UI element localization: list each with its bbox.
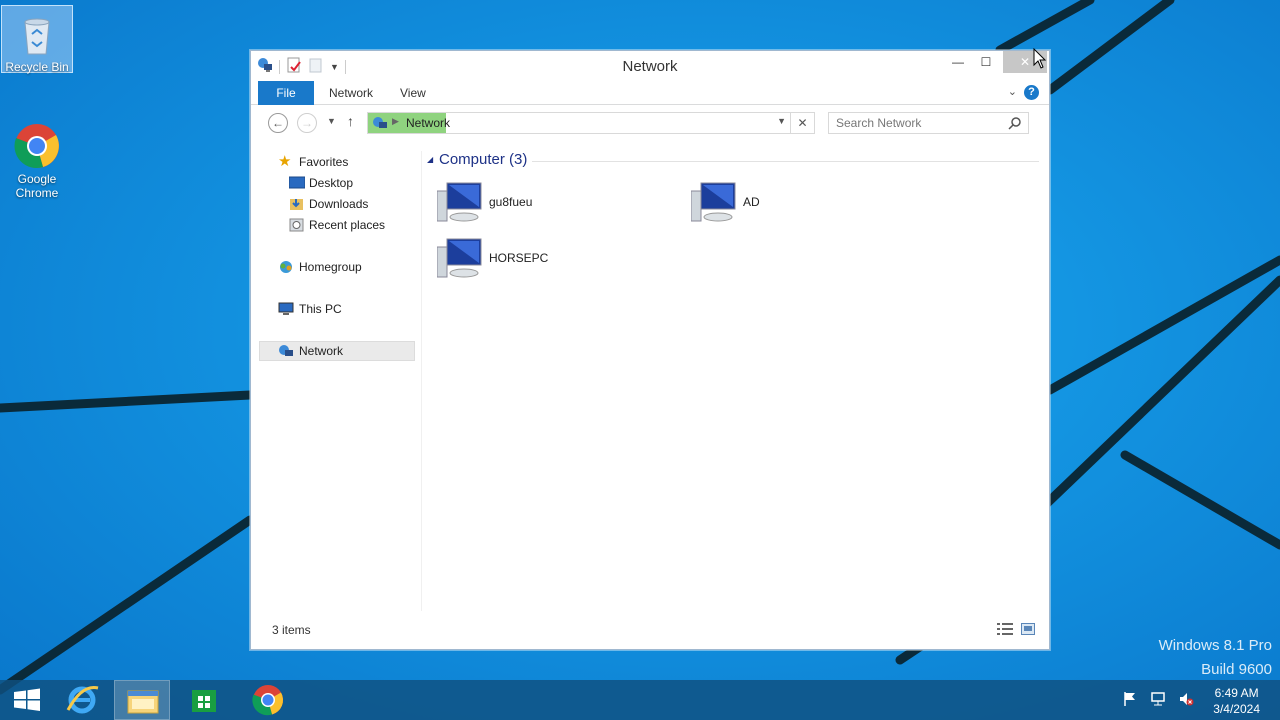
status-bar: 3 items [251, 613, 1049, 649]
pane-divider[interactable] [421, 151, 422, 611]
recent-locations-icon[interactable]: ▼ [327, 116, 336, 126]
help-button[interactable]: ? [1024, 85, 1039, 100]
computer-item[interactable]: HORSEPC [436, 237, 667, 284]
view-switcher [997, 623, 1035, 638]
start-button[interactable] [0, 680, 56, 720]
nav-item-homegroup[interactable]: Homegroup [259, 257, 415, 277]
expand-ribbon-icon[interactable]: ⌄ [1008, 85, 1017, 98]
this-pc-icon [278, 302, 294, 322]
item-count: 3 items [272, 623, 311, 637]
volume-muted-icon[interactable] [1178, 691, 1194, 710]
chrome-desktop-icon[interactable]: Google Chrome [1, 118, 73, 200]
recycle-bin-icon [13, 10, 61, 58]
breadcrumb-arrow-icon[interactable]: ▶ [392, 116, 399, 127]
system-tray [1122, 691, 1194, 710]
ribbon-tabs: File Network View ⌄ ? [251, 81, 1049, 105]
network-icon [372, 116, 388, 133]
desktop-icon [288, 176, 306, 196]
navigation-bar: ← → ▼ ↑ ▶ Network ▼ ✕ Search Network [251, 105, 1049, 139]
recycle-bin-desktop-icon[interactable]: Recycle Bin [1, 5, 73, 74]
chrome-icon [13, 122, 61, 170]
computer-item[interactable]: gu8fueu [436, 181, 667, 228]
nav-item-this-pc[interactable]: This PC [259, 299, 415, 319]
computer-name: AD [743, 195, 760, 209]
clock-date: 3/4/2024 [1213, 702, 1260, 716]
up-button[interactable]: ↑ [347, 113, 354, 129]
collapse-group-icon[interactable]: ◢ [427, 155, 433, 164]
windows-build-watermark: Build 9600 [1201, 661, 1272, 678]
nav-label-network: Network [299, 344, 344, 358]
computer-icon [436, 237, 485, 284]
computer-icon [436, 181, 485, 228]
computer-item[interactable]: AD [690, 181, 921, 228]
chrome-label: Google Chrome [15, 172, 59, 200]
system-clock[interactable]: 6:49 AM 3/4/2024 [1213, 685, 1260, 717]
nav-label-desktop: Desktop [309, 176, 354, 190]
explorer-window: ▼ Network — ☐ ✕ File Network View ⌄ ? ← … [250, 50, 1050, 650]
nav-label-downloads: Downloads [309, 197, 369, 211]
internet-explorer-taskbar-button[interactable] [54, 680, 110, 720]
action-center-flag-icon[interactable] [1122, 691, 1138, 710]
address-dropdown-icon[interactable]: ▼ [777, 116, 786, 126]
tab-view[interactable]: View [386, 81, 440, 105]
nav-item-recent-places[interactable]: Recent places [259, 215, 415, 235]
computer-name: gu8fueu [489, 195, 533, 209]
search-placeholder: Search Network [836, 116, 922, 130]
file-explorer-taskbar-button[interactable] [114, 680, 170, 720]
nav-item-favorites[interactable]: ★ Favorites [259, 152, 415, 172]
homegroup-icon [278, 260, 294, 280]
network-nav-icon [278, 344, 294, 364]
minimize-button[interactable]: — [945, 51, 971, 73]
navigation-pane: ★ Favorites Desktop Downloads Recent pla… [259, 147, 417, 607]
group-header-computer[interactable]: ◢ Computer (3) [427, 151, 1039, 171]
nav-label-homegroup: Homegroup [299, 260, 362, 274]
clock-time: 6:49 AM [1214, 686, 1259, 700]
forward-button[interactable]: → [297, 113, 317, 133]
mouse-cursor-icon [1033, 48, 1047, 69]
network-status-icon[interactable] [1150, 691, 1166, 710]
search-icon[interactable] [1008, 116, 1022, 136]
clear-address-button[interactable]: ✕ [791, 112, 815, 134]
taskbar: 6:49 AM 3/4/2024 [0, 680, 1280, 720]
star-icon: ★ [278, 153, 292, 170]
title-bar[interactable]: ▼ Network — ☐ ✕ [251, 51, 1049, 81]
nav-item-downloads[interactable]: Downloads [259, 194, 415, 214]
window-title: Network [622, 58, 678, 75]
group-label: Computer (3) [439, 151, 528, 168]
back-button[interactable]: ← [268, 113, 288, 133]
tab-file[interactable]: File [258, 81, 314, 105]
maximize-button[interactable]: ☐ [973, 51, 999, 73]
group-divider [532, 161, 1039, 162]
chrome-taskbar-button[interactable] [240, 680, 296, 720]
search-input[interactable]: Search Network [828, 112, 1029, 134]
address-bar[interactable]: ▶ Network ▼ [367, 112, 791, 134]
nav-item-desktop[interactable]: Desktop [259, 173, 415, 193]
nav-item-network[interactable]: Network [259, 341, 415, 361]
store-taskbar-button[interactable] [176, 680, 232, 720]
details-view-icon[interactable] [997, 623, 1013, 638]
internet-explorer-icon [66, 685, 99, 714]
recycle-bin-label: Recycle Bin [5, 60, 69, 74]
computer-name: HORSEPC [489, 251, 549, 265]
store-icon [192, 690, 216, 712]
nav-label-recent-places: Recent places [309, 218, 386, 232]
tab-network[interactable]: Network [315, 81, 387, 105]
recent-places-icon [289, 218, 305, 238]
windows-logo-icon [14, 688, 40, 711]
chrome-icon [252, 685, 284, 716]
windows-edition-watermark: Windows 8.1 Pro [1158, 637, 1272, 654]
nav-label-favorites: Favorites [299, 155, 349, 169]
file-explorer-icon [127, 690, 159, 714]
address-location[interactable]: Network [406, 116, 450, 130]
downloads-icon [289, 197, 305, 217]
nav-label-this-pc: This PC [299, 302, 342, 316]
computer-icon [690, 181, 739, 228]
large-icons-view-icon[interactable] [1021, 623, 1035, 638]
file-list: ◢ Computer (3) gu8fueu AD HORSEPC [427, 147, 1039, 607]
